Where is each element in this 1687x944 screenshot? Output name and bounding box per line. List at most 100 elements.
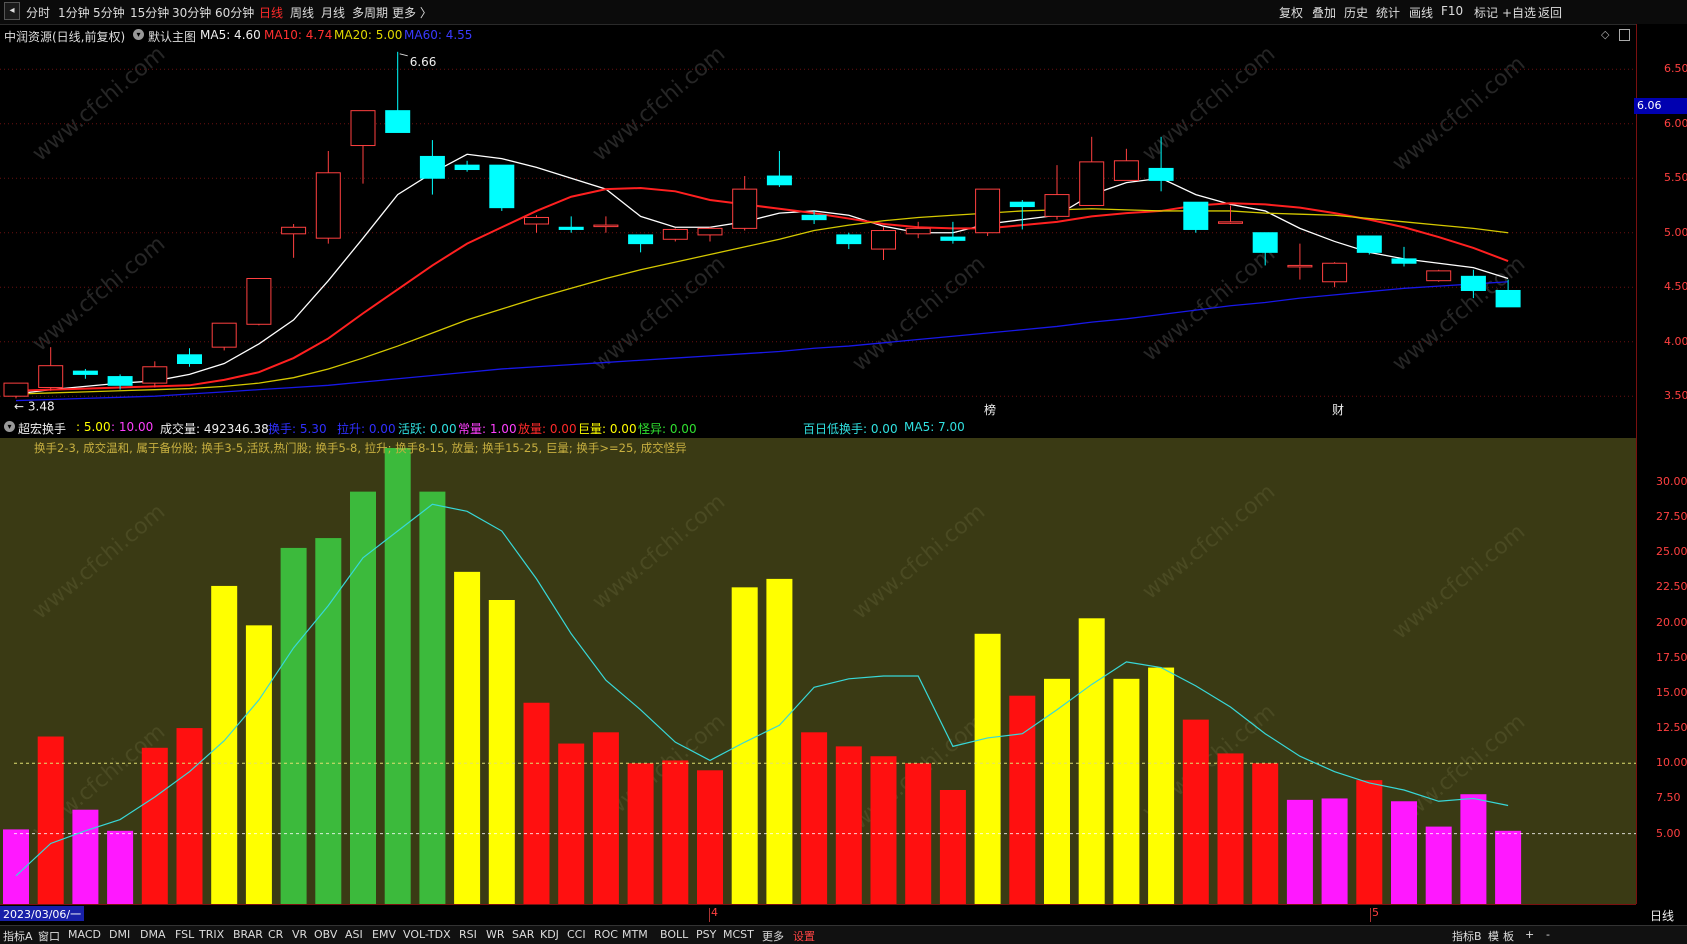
indicator-tab[interactable]: MACD <box>68 928 101 941</box>
period-tab[interactable]: 5分钟 <box>93 4 125 21</box>
turnover-bar-chart[interactable]: www.cfchi.com www.cfchi.com www.cfchi.com w… <box>0 438 1636 904</box>
indicator-tab[interactable]: 设置 <box>793 928 815 944</box>
indicator-tab[interactable]: DMA <box>140 928 166 941</box>
candle-up[interactable] <box>1287 264 1313 268</box>
candlestick-chart[interactable]: www.cfchi.com www.cfchi.com www.cfchi.com w… <box>0 42 1636 418</box>
candle-up[interactable] <box>1113 160 1139 181</box>
candle-up[interactable] <box>975 188 1001 234</box>
candle-down[interactable] <box>1148 167 1174 181</box>
toolbar-item[interactable]: 历史 <box>1344 4 1368 21</box>
indicator-tab[interactable]: KDJ <box>540 928 559 941</box>
candle-up[interactable] <box>871 230 896 250</box>
turnover-bar[interactable] <box>835 746 862 904</box>
turnover-bar[interactable] <box>245 625 272 904</box>
indicator-tab[interactable]: + <box>1525 928 1534 941</box>
candle-down[interactable] <box>1356 235 1382 253</box>
turnover-bar[interactable] <box>1113 678 1140 904</box>
indicator-tab[interactable]: TRIX <box>199 928 224 941</box>
toolbar-item[interactable]: 统计 <box>1376 4 1400 21</box>
indicator-tab[interactable]: WR <box>486 928 505 941</box>
indicator-tab[interactable]: ASI <box>345 928 363 941</box>
candle-up[interactable] <box>142 366 168 384</box>
candle-up[interactable] <box>38 365 64 388</box>
turnover-bar[interactable] <box>1078 618 1105 904</box>
candle-down[interactable] <box>72 370 98 375</box>
turnover-bar[interactable] <box>974 633 1001 904</box>
turnover-bar[interactable] <box>801 732 828 904</box>
indicator-tab[interactable]: RSI <box>459 928 477 941</box>
candle-up[interactable] <box>246 277 272 325</box>
indicator-tab[interactable]: 指标B <box>1452 928 1482 944</box>
turnover-bar[interactable] <box>419 491 446 904</box>
turnover-bar[interactable] <box>1356 780 1383 904</box>
turnover-bar[interactable] <box>211 585 238 904</box>
candle-up[interactable] <box>1426 270 1452 282</box>
toolbar-item[interactable]: +自选 <box>1502 4 1536 21</box>
candle-up[interactable] <box>732 188 758 229</box>
period-tab[interactable]: 15分钟 <box>130 4 169 21</box>
turnover-bar[interactable] <box>1148 667 1175 904</box>
candle-down[interactable] <box>385 110 411 133</box>
candle-up[interactable] <box>1218 221 1243 224</box>
indicator-tab[interactable]: ROC <box>594 928 618 941</box>
turnover-bar[interactable] <box>1391 801 1417 904</box>
turnover-bar[interactable] <box>939 790 966 904</box>
candle-up[interactable] <box>1044 194 1070 217</box>
candle-down[interactable] <box>454 164 480 171</box>
event-marker[interactable]: 榜 <box>984 402 996 417</box>
indicator-tab[interactable]: FSL <box>175 928 194 941</box>
turnover-bar[interactable] <box>384 448 411 904</box>
candle-up[interactable] <box>281 226 307 235</box>
indicator-tab[interactable]: 窗口 <box>38 928 60 944</box>
indicator-tab[interactable]: - <box>1546 928 1550 941</box>
indicator-tab[interactable]: MCST <box>723 928 754 941</box>
indicator-tab[interactable]: 板 <box>1503 928 1514 944</box>
turnover-bar[interactable] <box>1425 826 1452 904</box>
candle-down[interactable] <box>940 236 966 241</box>
indicator-tab[interactable]: BOLL <box>660 928 688 941</box>
indicator-tab[interactable]: 更多 <box>762 928 784 944</box>
turnover-bar[interactable] <box>141 747 168 904</box>
candle-up[interactable] <box>1322 262 1348 283</box>
settings-dot-icon[interactable]: ▾ <box>4 421 15 432</box>
candle-down[interactable] <box>558 226 584 230</box>
toolbar-item[interactable]: 复权 <box>1279 4 1303 21</box>
turnover-bar[interactable] <box>488 600 515 904</box>
arrow-left-icon[interactable]: ◂ <box>4 2 20 20</box>
period-tab[interactable]: 周线 <box>290 4 314 21</box>
candle-up[interactable] <box>593 224 619 228</box>
period-tab[interactable]: 分时 <box>26 4 50 21</box>
sub-indicator-name[interactable]: 超宏换手 <box>18 420 66 437</box>
turnover-bar[interactable] <box>731 587 758 904</box>
candle-up[interactable] <box>1079 161 1105 206</box>
candle-down[interactable] <box>766 175 792 186</box>
diamond-icon[interactable]: ◇ <box>1601 28 1609 41</box>
candle-down[interactable] <box>1391 258 1417 264</box>
turnover-bar[interactable] <box>280 547 307 904</box>
indicator-tab[interactable]: 指标A <box>3 928 33 944</box>
candle-up[interactable] <box>697 227 723 236</box>
indicator-tab[interactable]: 模 <box>1488 928 1499 944</box>
toolbar-item[interactable]: 标记 <box>1474 4 1498 21</box>
toolbar-item[interactable]: F10 <box>1441 4 1463 18</box>
toolbar-item[interactable]: 画线 <box>1409 4 1433 21</box>
turnover-bar[interactable] <box>1286 799 1313 904</box>
candle-down[interactable] <box>1252 232 1278 253</box>
candle-down[interactable] <box>836 234 862 245</box>
indicator-tab[interactable]: CR <box>268 928 283 941</box>
candle-up[interactable] <box>315 172 341 239</box>
candle-down[interactable] <box>1009 201 1035 208</box>
candle-down[interactable] <box>801 214 827 221</box>
period-tab[interactable]: 日线 <box>259 4 283 21</box>
candle-down[interactable] <box>1460 275 1486 291</box>
candle-up[interactable] <box>524 216 549 225</box>
period-tab[interactable]: 30分钟 <box>172 4 211 21</box>
period-tab[interactable]: 60分钟 <box>215 4 254 21</box>
event-marker[interactable]: 财 <box>1332 403 1344 417</box>
window-restore-icon[interactable] <box>1619 29 1630 41</box>
candle-up[interactable] <box>350 110 376 147</box>
turnover-bar[interactable] <box>558 743 585 904</box>
turnover-bar[interactable] <box>1460 794 1487 904</box>
candle-up[interactable] <box>211 322 237 348</box>
turnover-bar[interactable] <box>350 491 376 904</box>
